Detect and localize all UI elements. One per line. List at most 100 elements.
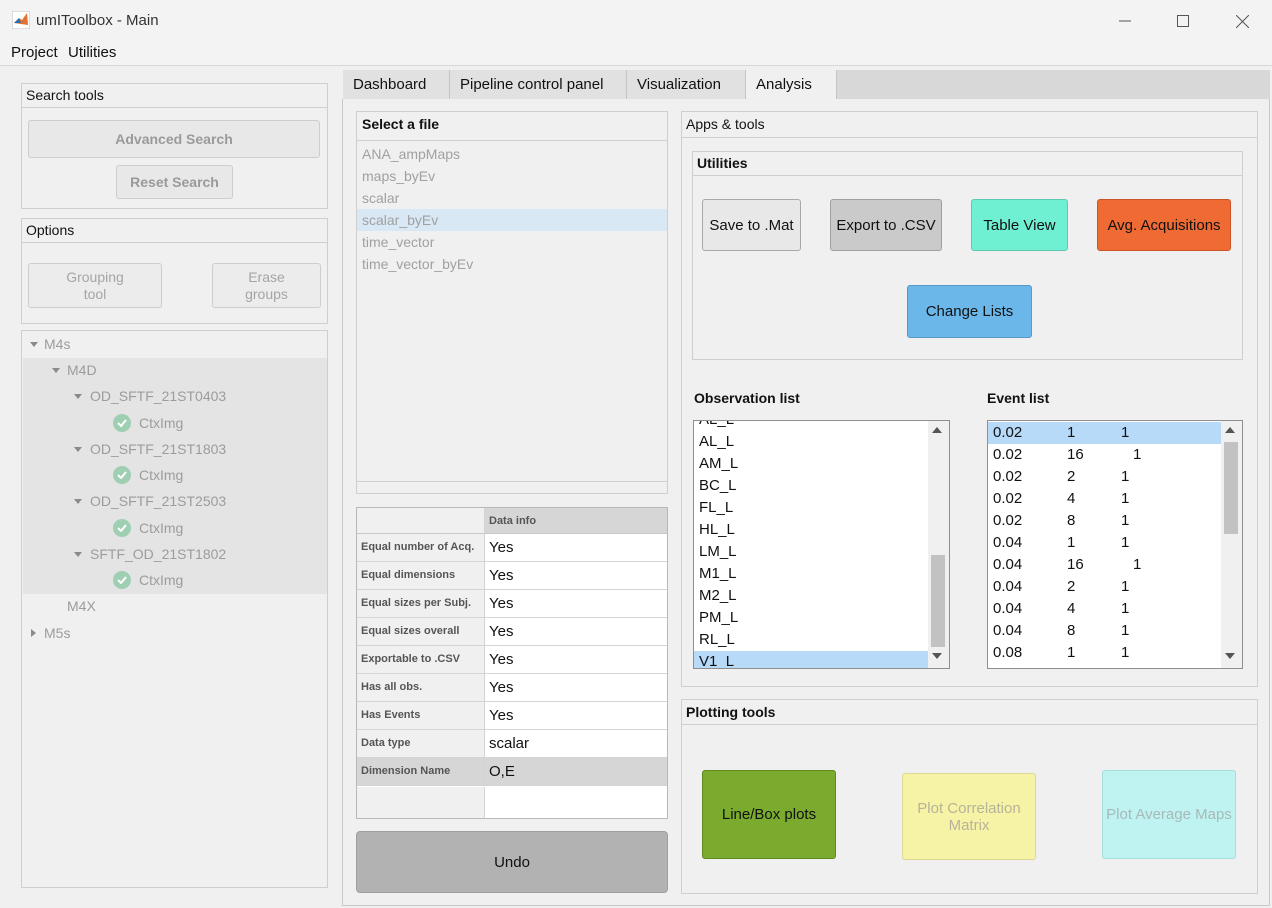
list-item[interactable]: 0.02 4 1 (988, 488, 1221, 510)
menu-utilities[interactable]: Utilities (68, 44, 116, 61)
table-view-button[interactable]: Table View (971, 199, 1068, 251)
observation-list-title: Observation list (694, 390, 800, 406)
row-label: Data type (357, 730, 485, 757)
row-label: Equal sizes per Subj. (357, 590, 485, 617)
tree-node-m4d[interactable]: M4D (67, 362, 97, 378)
list-item[interactable]: 0.04 1 1 (988, 532, 1221, 554)
tree-node-session-4[interactable]: SFTF_OD_21ST1802 (90, 546, 226, 562)
tree-node-m4x[interactable]: M4X (67, 598, 96, 614)
table-row: Equal dimensions Yes (357, 562, 667, 590)
expand-icon[interactable] (74, 552, 82, 557)
horizontal-scrollbar[interactable] (357, 481, 667, 482)
tab-dashboard[interactable]: Dashboard (343, 70, 450, 99)
list-item-selected[interactable]: V1_L (694, 651, 928, 668)
tree-node-ctximg[interactable]: CtxImg (139, 520, 183, 536)
expand-icon[interactable] (52, 368, 60, 373)
undo-button[interactable]: Undo (356, 831, 668, 893)
advanced-search-button[interactable]: Advanced Search (28, 120, 320, 158)
expand-icon[interactable] (30, 342, 38, 347)
event-value: 1 (1067, 644, 1076, 661)
list-item[interactable]: FL_L (694, 497, 928, 519)
divider (693, 175, 1242, 176)
tab-analysis[interactable]: Analysis (746, 70, 837, 99)
row-value: Yes (489, 679, 514, 696)
event-scrollbar[interactable] (1221, 421, 1242, 668)
project-tree: M4s M4D OD_SFTF_21ST0403 CtxImg OD_SFTF_… (21, 330, 328, 888)
grouping-tool-button[interactable]: Grouping tool (28, 263, 162, 308)
close-icon[interactable] (1219, 6, 1265, 36)
plot-correlation-matrix-button[interactable]: Plot Correlation Matrix (902, 773, 1036, 860)
scroll-thumb[interactable] (931, 555, 945, 647)
list-item[interactable]: AM_L (694, 453, 928, 475)
list-item[interactable]: 0.04 2 1 (988, 576, 1221, 598)
maximize-icon[interactable] (1160, 6, 1206, 36)
plot-correlation-label-1: Plot Correlation (917, 799, 1021, 817)
expand-icon[interactable] (74, 447, 82, 452)
expand-icon[interactable] (74, 499, 82, 504)
file-item[interactable]: scalar (357, 187, 667, 209)
line-box-plots-button[interactable]: Line/Box plots (702, 770, 836, 859)
scroll-down-icon[interactable] (1225, 653, 1235, 659)
list-item[interactable]: 0.04 8 1 (988, 620, 1221, 642)
scroll-up-icon[interactable] (932, 427, 942, 433)
tree-node-session-3[interactable]: OD_SFTF_21ST2503 (90, 493, 226, 509)
file-item[interactable]: time_vector (357, 231, 667, 253)
save-to-mat-button[interactable]: Save to .Mat (702, 199, 801, 251)
list-item-selected[interactable]: 0.02 1 1 (988, 422, 1221, 444)
observation-scrollbar[interactable] (928, 421, 949, 668)
tree-node-session-2[interactable]: OD_SFTF_21ST1803 (90, 441, 226, 457)
list-item[interactable]: RL_L (694, 629, 928, 651)
erase-groups-button[interactable]: Erase groups (212, 263, 321, 308)
change-lists-button[interactable]: Change Lists (907, 285, 1032, 338)
list-item[interactable]: M2_L (694, 585, 928, 607)
table-row: Dimension Name O,E (357, 758, 667, 786)
tab-pipeline-control-panel[interactable]: Pipeline control panel (450, 70, 627, 99)
scroll-thumb[interactable] (1224, 442, 1238, 534)
list-item[interactable]: 0.04 16 1 (988, 554, 1221, 576)
utilities-title: Utilities (697, 155, 748, 171)
file-item[interactable]: time_vector_byEv (357, 253, 667, 275)
tree-node-m4s[interactable]: M4s (44, 336, 70, 352)
scroll-down-icon[interactable] (932, 653, 942, 659)
reset-search-button[interactable]: Reset Search (116, 165, 233, 199)
list-item[interactable]: BC_L (694, 475, 928, 497)
list-item[interactable]: 0.08 1 1 (988, 642, 1221, 664)
tree-node-ctximg[interactable]: CtxImg (139, 467, 183, 483)
event-value: 1 (1121, 534, 1130, 551)
tree-node-m5s[interactable]: M5s (44, 625, 70, 641)
file-item[interactable]: maps_byEv (357, 165, 667, 187)
tab-visualization[interactable]: Visualization (627, 70, 746, 99)
row-value: Yes (489, 651, 514, 668)
list-item[interactable]: M1_L (694, 563, 928, 585)
event-value: 1 (1133, 556, 1142, 573)
observation-listbox[interactable]: AL_L AL_L AM_L BC_L FL_L HL_L LM_L M1_L … (693, 420, 950, 669)
list-item[interactable]: 0.02 2 1 (988, 466, 1221, 488)
list-item[interactable]: PM_L (694, 607, 928, 629)
export-to-csv-button[interactable]: Export to .CSV (830, 199, 942, 251)
list-item[interactable]: 0.02 16 1 (988, 444, 1221, 466)
event-listbox[interactable]: 0.02 1 1 0.02 16 1 0.02 2 1 0.02 4 1 0.02 8 1 0.04… (987, 420, 1243, 669)
file-item-selected[interactable]: scalar_byEv (357, 209, 667, 231)
list-item[interactable]: 0.04 4 1 (988, 598, 1221, 620)
collapse-icon[interactable] (31, 629, 36, 637)
tree-node-ctximg[interactable]: CtxImg (139, 572, 183, 588)
event-value: 8 (1067, 622, 1076, 639)
erase-groups-label-2: groups (245, 285, 288, 302)
tree-node-ctximg[interactable]: CtxImg (139, 415, 183, 431)
scroll-up-icon[interactable] (1225, 427, 1235, 433)
expand-icon[interactable] (74, 394, 82, 399)
menu-bar (0, 42, 1272, 66)
list-item[interactable]: 0.02 8 1 (988, 510, 1221, 532)
menu-project[interactable]: Project (11, 44, 58, 61)
list-item[interactable]: HL_L (694, 519, 928, 541)
file-item[interactable]: ANA_ampMaps (357, 143, 667, 165)
minimize-icon[interactable] (1102, 6, 1148, 36)
plot-average-maps-button[interactable]: Plot Average Maps (1102, 770, 1236, 859)
event-value: 2 (1067, 578, 1076, 595)
list-item[interactable]: AL_L (694, 431, 928, 453)
tree-node-session-1[interactable]: OD_SFTF_21ST0403 (90, 388, 226, 404)
list-item[interactable]: LM_L (694, 541, 928, 563)
list-item-partial[interactable]: AL_L (694, 421, 928, 431)
check-circle-icon (113, 466, 131, 484)
avg-acquisitions-button[interactable]: Avg. Acquisitions (1097, 199, 1231, 251)
